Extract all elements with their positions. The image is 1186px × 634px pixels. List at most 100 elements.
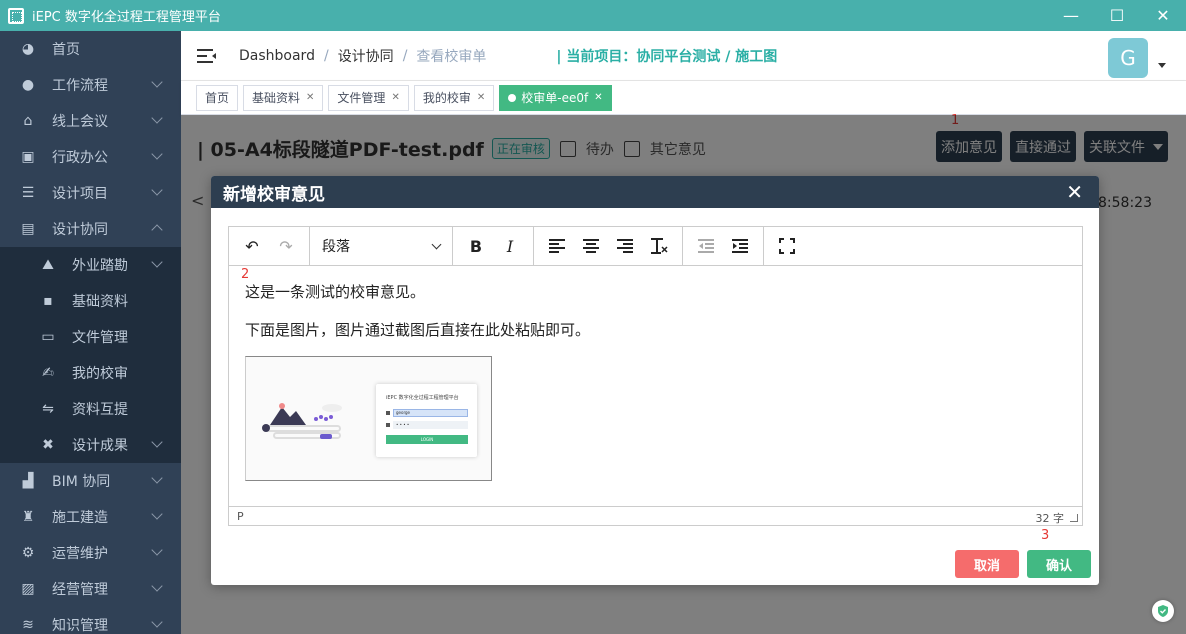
close-icon[interactable]: ✕ — [477, 92, 485, 103]
add-opinion-dialog: 新增校审意见 ✕ ↶ ↷ 段落 B I 2 这是一条测试的校审意见。 下面是图片… — [211, 176, 1099, 585]
undo-icon[interactable]: ↶ — [238, 232, 266, 260]
align-center-icon[interactable] — [577, 232, 605, 260]
user-icon — [386, 411, 390, 415]
worker-icon: ♜ — [21, 509, 35, 525]
folder-icon: ▭ — [41, 329, 55, 345]
rich-text-editor: ↶ ↷ 段落 B I 2 这是一条测试的校审意见。 下面是图片，图片通过截图后直… — [228, 226, 1083, 526]
sidebar-item-design-project[interactable]: ☰ 设计项目 — [0, 175, 181, 211]
step-marker-3: 3 — [1041, 528, 1050, 543]
sidebar-item-operation[interactable]: ⚙ 运营维护 — [0, 535, 181, 571]
confirm-button[interactable]: 确认 — [1027, 550, 1091, 578]
breadcrumb-dashboard[interactable]: Dashboard — [239, 48, 315, 64]
lock-icon — [386, 423, 390, 427]
hamburger-icon[interactable] — [197, 48, 217, 64]
editor-toolbar: ↶ ↷ 段落 B I — [229, 226, 1082, 266]
breadcrumb-separator: / — [402, 47, 408, 64]
sidebar-item-office[interactable]: ▣ 行政办公 — [0, 139, 181, 175]
building-icon: ▟ — [22, 473, 34, 489]
minimize-icon[interactable]: — — [1048, 0, 1094, 31]
align-left-icon[interactable] — [543, 232, 571, 260]
sidebar-item-label: 施工建造 — [52, 510, 108, 526]
editor-content[interactable]: 2 这是一条测试的校审意见。 下面是图片，图片通过截图后直接在此处粘贴即可。 i… — [229, 266, 1082, 508]
survey-icon: ⛰ — [42, 257, 54, 273]
bold-icon[interactable]: B — [462, 232, 490, 260]
sidebar-item-construction[interactable]: ♜ 施工建造 — [0, 499, 181, 535]
thumbnail-title: iEPC 数字化全过程工程管理平台 — [386, 395, 459, 401]
caret-down-icon[interactable] — [1158, 63, 1166, 68]
tag-home[interactable]: 首页 — [196, 84, 239, 111]
chevron-down-icon — [151, 76, 163, 88]
sidebar-item-label: 设计成果 — [72, 438, 128, 454]
top-navbar: Dashboard / 设计协同 / 查看校审单 | 当前项目：协同平台测试 /… — [181, 31, 1186, 81]
sidebar-item-business[interactable]: ▨ 经营管理 — [0, 571, 181, 607]
editor-statusbar: P 32 字 — [229, 506, 1082, 525]
design-collab-submenu: ⛰ 外业踏勘 ▪ 基础资料 ▭ 文件管理 ✍ 我的校审 ⇋ 资料互提 ✖ 设计成… — [0, 247, 181, 463]
sidebar-item-workflow[interactable]: ● 工作流程 — [0, 67, 181, 103]
fullscreen-icon[interactable] — [773, 232, 801, 260]
thumbnail-login-button: LOGIN — [386, 435, 468, 444]
block-format-select[interactable]: 段落 — [316, 236, 446, 256]
close-icon[interactable]: ✕ — [391, 92, 399, 103]
italic-icon[interactable]: I — [496, 232, 524, 260]
redo-icon[interactable]: ↷ — [272, 232, 300, 260]
layers-icon: ≋ — [22, 617, 34, 633]
password-field-thumbnail: • • • • — [393, 421, 468, 429]
outdent-icon[interactable] — [692, 232, 720, 260]
block-format-value: 段落 — [322, 239, 350, 255]
close-icon[interactable]: ✕ — [594, 92, 602, 103]
maximize-icon[interactable]: ☐ — [1094, 0, 1140, 31]
sidebar-item-data-exchange[interactable]: ⇋ 资料互提 — [0, 391, 181, 427]
dialog-header: 新增校审意见 ✕ — [211, 176, 1099, 208]
sidebar-item-label: 文件管理 — [72, 330, 128, 346]
chart-icon: ▨ — [21, 581, 35, 597]
element-path[interactable]: P — [237, 510, 244, 523]
sidebar-item-basic-data[interactable]: ▪ 基础资料 — [0, 283, 181, 319]
dashboard-icon: ◕ — [21, 41, 35, 57]
tag-file-mgmt[interactable]: 文件管理 ✕ — [328, 84, 409, 111]
chevron-down-icon — [151, 508, 163, 520]
sidebar-item-meeting[interactable]: ⌂ 线上会议 — [0, 103, 181, 139]
sidebar-item-my-review[interactable]: ✍ 我的校审 — [0, 355, 181, 391]
chevron-down-icon — [151, 544, 163, 556]
align-right-icon[interactable] — [611, 232, 639, 260]
opinion-paragraph-2: 下面是图片，图片通过截图后直接在此处粘贴即可。 — [245, 321, 591, 339]
tag-my-review[interactable]: 我的校审 ✕ — [413, 84, 495, 111]
sidebar-item-home[interactable]: ◕ 首页 — [0, 31, 181, 67]
sidebar-item-design-results[interactable]: ✖ 设计成果 — [0, 427, 181, 463]
window-controls: — ☐ ✕ — [1048, 0, 1186, 31]
meeting-icon: ⌂ — [23, 113, 33, 129]
style-group: B I — [453, 226, 534, 266]
current-project-label: | 当前项目：协同平台测试 / 施工图 — [556, 48, 778, 65]
sidebar-item-bim[interactable]: ▟ BIM 协同 — [0, 463, 181, 499]
sidebar-item-design-collab[interactable]: ▤ 设计协同 — [0, 211, 181, 247]
breadcrumb-design-collab[interactable]: 设计协同 — [338, 46, 394, 66]
sidebar-item-knowledge[interactable]: ≋ 知识管理 — [0, 607, 181, 634]
sidebar-item-label: 设计项目 — [52, 186, 108, 202]
shield-icon[interactable] — [1152, 600, 1174, 622]
clear-format-icon[interactable] — [645, 232, 673, 260]
close-icon[interactable]: ✕ — [306, 92, 314, 103]
sidebar-item-label: BIM 协同 — [52, 474, 111, 490]
sidebar-item-file-mgmt[interactable]: ▭ 文件管理 — [0, 319, 181, 355]
sidebar-item-field-survey[interactable]: ⛰ 外业踏勘 — [0, 247, 181, 283]
word-count: 32 字 — [1035, 512, 1065, 525]
tag-basic-data[interactable]: 基础资料 ✕ — [243, 84, 324, 111]
tag-review-sheet[interactable]: 校审单-ee0f ✕ — [499, 84, 612, 111]
sidebar-item-label: 经营管理 — [52, 582, 108, 598]
step-marker-2: 2 — [241, 267, 250, 282]
illustration-icon — [262, 403, 342, 439]
server-icon: ☰ — [21, 185, 35, 201]
pasted-screenshot[interactable]: iEPC 数字化全过程工程管理平台 george • • • • LOGIN — [245, 356, 492, 481]
close-window-icon[interactable]: ✕ — [1140, 0, 1186, 31]
close-icon[interactable]: ✕ — [1066, 180, 1083, 204]
tags-view: 首页 基础资料 ✕ 文件管理 ✕ 我的校审 ✕ 校审单-ee0f ✕ — [181, 81, 1186, 115]
resize-handle-icon[interactable] — [1070, 514, 1078, 522]
chevron-down-icon — [151, 148, 163, 160]
sidebar-item-label: 工作流程 — [52, 78, 108, 94]
avatar[interactable]: G — [1108, 38, 1148, 78]
cancel-button[interactable]: 取消 — [955, 550, 1019, 578]
tag-label: 首页 — [205, 91, 230, 105]
sidebar-item-label: 设计协同 — [52, 222, 108, 238]
chevron-down-icon — [151, 112, 163, 124]
indent-icon[interactable] — [726, 232, 754, 260]
